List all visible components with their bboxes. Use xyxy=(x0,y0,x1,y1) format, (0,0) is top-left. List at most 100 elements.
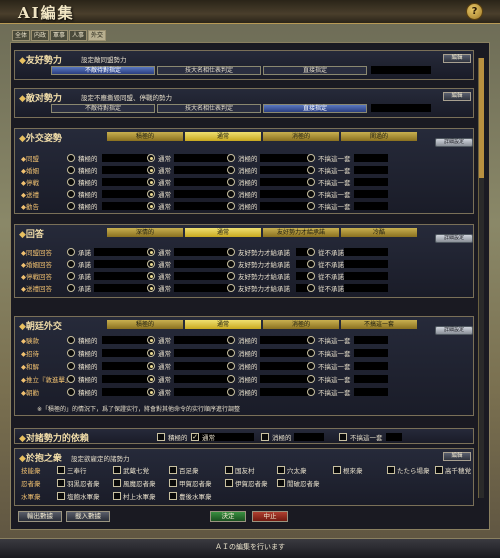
reply-bar-warm[interactable]: 深情的 xyxy=(107,228,183,237)
reply-radio[interactable] xyxy=(147,248,155,256)
retainer-checkbox[interactable] xyxy=(169,466,177,474)
retainer-checkbox[interactable] xyxy=(113,492,121,500)
diplomacy-radio[interactable] xyxy=(67,166,75,174)
court-radio[interactable] xyxy=(147,388,155,396)
reply-radio[interactable] xyxy=(227,284,235,292)
tab-domestic[interactable]: 内政 xyxy=(31,30,49,41)
reply-radio[interactable] xyxy=(67,248,75,256)
scroll-thumb[interactable] xyxy=(479,58,484,178)
scrollbar[interactable] xyxy=(478,58,484,498)
diplomacy-bar-normal[interactable]: 通常 xyxy=(185,132,261,141)
diplomacy-radio[interactable] xyxy=(67,178,75,186)
reply-radio[interactable] xyxy=(147,260,155,268)
court-radio[interactable] xyxy=(307,349,315,357)
court-radio[interactable] xyxy=(67,349,75,357)
reply-radio[interactable] xyxy=(227,260,235,268)
diplomacy-detail-button[interactable]: 詳細設定 xyxy=(435,138,473,147)
help-icon[interactable]: ? xyxy=(466,3,483,20)
diplomacy-radio[interactable] xyxy=(227,154,235,162)
diplomacy-radio[interactable] xyxy=(67,190,75,198)
retainer-checkbox[interactable] xyxy=(57,492,65,500)
court-bar-normal[interactable]: 通常 xyxy=(185,320,261,329)
court-radio[interactable] xyxy=(227,349,235,357)
diplomacy-bar-passive[interactable]: 消極的 xyxy=(263,132,339,141)
court-radio[interactable] xyxy=(147,362,155,370)
reply-radio[interactable] xyxy=(67,260,75,268)
dependence-checkbox[interactable] xyxy=(339,433,347,441)
court-bar-none[interactable]: 不搞這一套 xyxy=(341,320,417,329)
import-data-button[interactable]: 載入數據 xyxy=(66,511,110,522)
tab-military[interactable]: 軍事 xyxy=(50,30,68,41)
retainers-edit-button[interactable]: 編輯 xyxy=(443,452,471,461)
court-radio[interactable] xyxy=(147,375,155,383)
diplomacy-radio[interactable] xyxy=(227,166,235,174)
court-radio[interactable] xyxy=(227,362,235,370)
dependence-checkbox[interactable] xyxy=(157,433,165,441)
reply-radio[interactable] xyxy=(227,272,235,280)
reply-bar-cold[interactable]: 冷酷 xyxy=(341,228,417,237)
ok-button[interactable]: 決定 xyxy=(210,511,246,522)
retainer-checkbox[interactable] xyxy=(169,479,177,487)
diplomacy-radio[interactable] xyxy=(227,190,235,198)
diplomacy-radio[interactable] xyxy=(307,154,315,162)
diplomacy-radio[interactable] xyxy=(307,166,315,174)
retainer-checkbox[interactable] xyxy=(57,466,65,474)
diplomacy-radio[interactable] xyxy=(147,154,155,162)
diplomacy-radio[interactable] xyxy=(67,154,75,162)
court-radio[interactable] xyxy=(227,336,235,344)
export-data-button[interactable]: 輸出數據 xyxy=(18,511,62,522)
friendly-opt-none[interactable]: 不敵待對指定 xyxy=(51,66,155,75)
cancel-button[interactable]: 中止 xyxy=(252,511,288,522)
dependence-checkbox[interactable]: ✓ xyxy=(191,433,199,441)
court-radio[interactable] xyxy=(307,388,315,396)
court-bar-active[interactable]: 積極的 xyxy=(107,320,183,329)
court-radio[interactable] xyxy=(67,375,75,383)
hostile-opt-ranking[interactable]: 技大名相仕表判定 xyxy=(157,104,261,113)
diplomacy-radio[interactable] xyxy=(227,202,235,210)
court-radio[interactable] xyxy=(67,336,75,344)
friendly-opt-direct[interactable]: 直接指定 xyxy=(263,66,367,75)
diplomacy-radio[interactable] xyxy=(67,202,75,210)
retainer-checkbox[interactable] xyxy=(277,479,285,487)
hostile-edit-button[interactable]: 編輯 xyxy=(443,92,471,101)
diplomacy-radio[interactable] xyxy=(307,178,315,186)
diplomacy-radio[interactable] xyxy=(307,202,315,210)
dependence-checkbox[interactable] xyxy=(261,433,269,441)
retainer-checkbox[interactable] xyxy=(387,466,395,474)
diplomacy-radio[interactable] xyxy=(307,190,315,198)
diplomacy-radio[interactable] xyxy=(147,190,155,198)
hostile-opt-direct[interactable]: 直接指定 xyxy=(263,104,367,113)
reply-radio[interactable] xyxy=(227,248,235,256)
reply-radio[interactable] xyxy=(307,272,315,280)
diplomacy-bar-closed[interactable]: 関過的 xyxy=(341,132,417,141)
reply-radio[interactable] xyxy=(307,248,315,256)
retainer-checkbox[interactable] xyxy=(113,479,121,487)
retainer-checkbox[interactable] xyxy=(333,466,341,474)
reply-radio[interactable] xyxy=(307,260,315,268)
tab-personnel[interactable]: 人事 xyxy=(69,30,87,41)
reply-radio[interactable] xyxy=(67,272,75,280)
court-radio[interactable] xyxy=(227,375,235,383)
reply-bar-friendly[interactable]: 友好勢力才給承諾 xyxy=(263,228,339,237)
diplomacy-radio[interactable] xyxy=(147,166,155,174)
retainer-checkbox[interactable] xyxy=(57,479,65,487)
diplomacy-radio[interactable] xyxy=(147,202,155,210)
court-radio[interactable] xyxy=(227,388,235,396)
court-radio[interactable] xyxy=(307,375,315,383)
court-radio[interactable] xyxy=(307,336,315,344)
retainer-checkbox[interactable] xyxy=(169,492,177,500)
court-radio[interactable] xyxy=(147,349,155,357)
tab-overall[interactable]: 全体 xyxy=(12,30,30,41)
retainer-checkbox[interactable] xyxy=(435,466,443,474)
reply-bar-normal[interactable]: 通常 xyxy=(185,228,261,237)
court-radio[interactable] xyxy=(67,388,75,396)
diplomacy-radio[interactable] xyxy=(227,178,235,186)
reply-radio[interactable] xyxy=(67,284,75,292)
tab-diplomacy[interactable]: 外交 xyxy=(88,30,106,41)
retainer-checkbox[interactable] xyxy=(225,479,233,487)
retainer-checkbox[interactable] xyxy=(113,466,121,474)
court-radio[interactable] xyxy=(147,336,155,344)
court-bar-passive[interactable]: 消極的 xyxy=(263,320,339,329)
court-radio[interactable] xyxy=(67,362,75,370)
diplomacy-bar-active[interactable]: 積極的 xyxy=(107,132,183,141)
